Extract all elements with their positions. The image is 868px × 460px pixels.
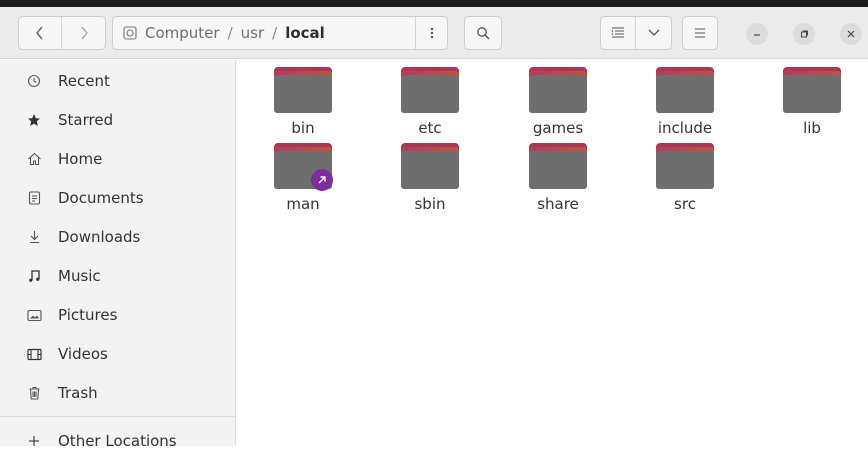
sidebar-item-label: Home xyxy=(58,150,103,168)
chevron-down-icon xyxy=(648,29,659,36)
location-bar[interactable]: Computer / usr / local xyxy=(112,16,448,50)
file-name: src xyxy=(674,195,696,213)
clock-icon xyxy=(24,74,44,88)
breadcrumb-usr[interactable]: usr xyxy=(241,24,265,42)
music-icon xyxy=(24,269,44,283)
sidebar-divider xyxy=(0,416,236,417)
breadcrumb-root[interactable]: Computer xyxy=(145,24,220,42)
sidebar-item-label: Downloads xyxy=(58,228,141,246)
folder-item-bin[interactable]: bin xyxy=(248,67,358,137)
folder-item-man[interactable]: man xyxy=(248,143,358,213)
view-options-button[interactable] xyxy=(636,17,671,49)
folder-icon xyxy=(656,143,714,189)
sidebar-item-documents[interactable]: Documents xyxy=(0,179,236,217)
close-button[interactable] xyxy=(840,23,862,45)
plus-icon xyxy=(24,435,44,447)
close-icon xyxy=(847,30,855,38)
sidebar-item-label: Recent xyxy=(58,72,110,90)
maximize-icon xyxy=(801,30,808,38)
sidebar-item-music[interactable]: Music xyxy=(0,257,236,295)
sidebar-item-label: Music xyxy=(58,267,101,285)
maximize-button[interactable] xyxy=(793,23,815,45)
chevron-left-icon xyxy=(36,26,43,40)
folder-icon xyxy=(529,67,587,113)
file-manager-window: Computer / usr / local Recent Starred Ho… xyxy=(0,0,868,450)
hamburger-icon xyxy=(695,28,705,38)
video-icon xyxy=(24,348,44,361)
file-view: bin etc games include lib man sbin share… xyxy=(237,60,868,446)
folder-icon xyxy=(401,143,459,189)
search-icon xyxy=(477,27,490,40)
folder-item-lib[interactable]: lib xyxy=(757,67,867,137)
file-name: include xyxy=(657,119,713,137)
window-top-edge xyxy=(0,0,868,7)
file-name: lib xyxy=(803,119,821,137)
file-name: games xyxy=(532,119,584,137)
breadcrumb-local[interactable]: local xyxy=(285,24,325,42)
folder-item-include[interactable]: include xyxy=(630,67,740,137)
list-view-icon xyxy=(611,27,624,38)
sidebar-item-videos[interactable]: Videos xyxy=(0,335,236,373)
back-button[interactable] xyxy=(19,17,62,49)
header-bar: Computer / usr / local xyxy=(0,7,868,59)
vertical-dots-icon xyxy=(430,27,433,39)
folder-icon xyxy=(274,143,333,191)
sidebar-item-downloads[interactable]: Downloads xyxy=(0,218,236,256)
document-icon xyxy=(24,191,44,205)
file-name: bin xyxy=(291,119,315,137)
symlink-arrow-icon xyxy=(311,169,333,191)
file-name: sbin xyxy=(414,195,446,213)
picture-icon xyxy=(24,309,44,322)
search-button[interactable] xyxy=(464,16,502,50)
folder-item-src[interactable]: src xyxy=(630,143,740,213)
navigation-buttons xyxy=(18,16,106,50)
sidebar-item-label: Other Locations xyxy=(58,432,177,450)
sidebar-item-other-locations[interactable]: Other Locations xyxy=(0,422,236,460)
minimize-icon xyxy=(754,34,760,36)
folder-icon xyxy=(656,67,714,113)
folder-icon xyxy=(401,67,459,113)
breadcrumb: Computer / usr / local xyxy=(113,17,415,49)
trash-icon xyxy=(24,386,44,400)
file-name: etc xyxy=(418,119,442,137)
file-name: man xyxy=(286,195,320,213)
sidebar-item-starred[interactable]: Starred xyxy=(0,101,236,139)
path-menu-button[interactable] xyxy=(415,17,447,49)
sidebar-item-recent[interactable]: Recent xyxy=(0,62,236,100)
disk-icon xyxy=(123,26,137,40)
download-icon xyxy=(24,230,44,244)
breadcrumb-separator: / xyxy=(227,24,233,42)
sidebar-item-label: Videos xyxy=(58,345,108,363)
chevron-right-icon xyxy=(80,26,88,40)
forward-button[interactable] xyxy=(62,17,105,49)
home-icon xyxy=(24,152,44,166)
folder-item-share[interactable]: share xyxy=(503,143,613,213)
main-menu-button[interactable] xyxy=(682,16,718,50)
breadcrumb-separator: / xyxy=(272,24,278,42)
sidebar-item-label: Documents xyxy=(58,189,144,207)
sidebar-item-pictures[interactable]: Pictures xyxy=(0,296,236,334)
sidebar-item-trash[interactable]: Trash xyxy=(0,374,236,412)
sidebar-item-home[interactable]: Home xyxy=(0,140,236,178)
folder-icon xyxy=(783,67,841,113)
file-name: share xyxy=(537,195,579,213)
sidebar-item-label: Starred xyxy=(58,111,114,129)
minimize-button[interactable] xyxy=(746,23,768,45)
view-buttons xyxy=(600,16,672,50)
sidebar-item-label: Trash xyxy=(58,384,98,402)
folder-item-sbin[interactable]: sbin xyxy=(375,143,485,213)
star-icon xyxy=(24,113,44,127)
folder-icon xyxy=(274,67,332,113)
sidebar: Recent Starred Home Documents Downloads … xyxy=(0,60,236,450)
sidebar-item-label: Pictures xyxy=(58,306,118,324)
list-view-button[interactable] xyxy=(601,17,636,49)
folder-item-games[interactable]: games xyxy=(503,67,613,137)
folder-icon xyxy=(529,143,587,189)
folder-item-etc[interactable]: etc xyxy=(375,67,485,137)
